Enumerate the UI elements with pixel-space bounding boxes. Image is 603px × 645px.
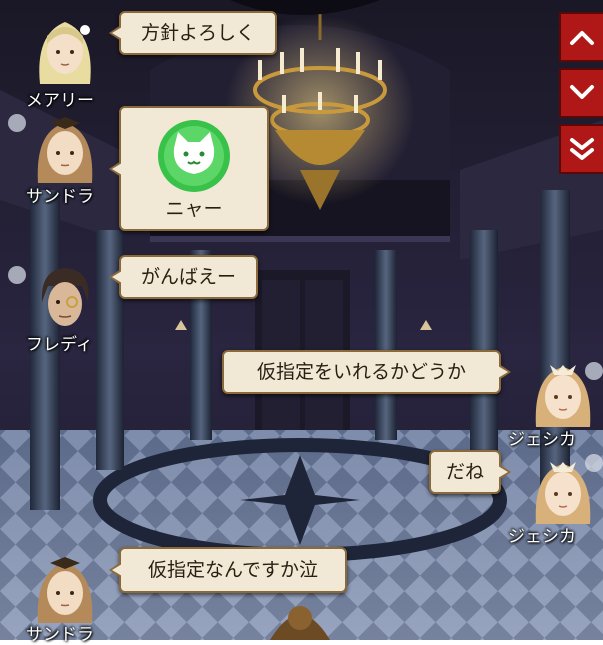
chevron-up-icon — [570, 31, 594, 45]
stamp-bubble: ニャー — [119, 106, 269, 231]
avatar[interactable] — [30, 113, 100, 183]
speaker-name: サンドラ — [26, 625, 94, 645]
decorative-dot — [8, 266, 26, 284]
jump-latest-button[interactable] — [559, 124, 603, 174]
avatar[interactable] — [528, 357, 598, 427]
double-chevron-down-icon — [570, 138, 594, 160]
speaker-name: メアリー — [26, 91, 94, 111]
stamp-label: ニャー — [165, 198, 223, 220]
speaker-name: サンドラ — [26, 187, 94, 207]
avatar[interactable] — [30, 262, 100, 332]
chat-bubble: 仮指定をいれるかどうか — [222, 350, 501, 394]
avatar[interactable] — [30, 14, 100, 84]
scroll-down-button[interactable] — [559, 68, 603, 118]
scroll-up-button[interactable] — [559, 12, 603, 62]
speaker-name: フレディ — [26, 335, 93, 355]
avatar[interactable] — [528, 454, 598, 524]
chat-bubble: 仮指定なんですか泣 — [119, 547, 347, 593]
decorative-dot — [8, 114, 26, 132]
cat-face-icon — [158, 120, 230, 192]
avatar[interactable] — [30, 553, 100, 623]
chat-bubble: がんばえー — [119, 255, 258, 299]
chat-bubble: 方針よろしく — [119, 11, 277, 55]
chat-bubble: だね — [429, 450, 501, 494]
speaker-name: ジェシカ — [508, 527, 576, 547]
chevron-down-icon — [570, 85, 594, 99]
speaker-name: ジェシカ — [508, 430, 576, 450]
